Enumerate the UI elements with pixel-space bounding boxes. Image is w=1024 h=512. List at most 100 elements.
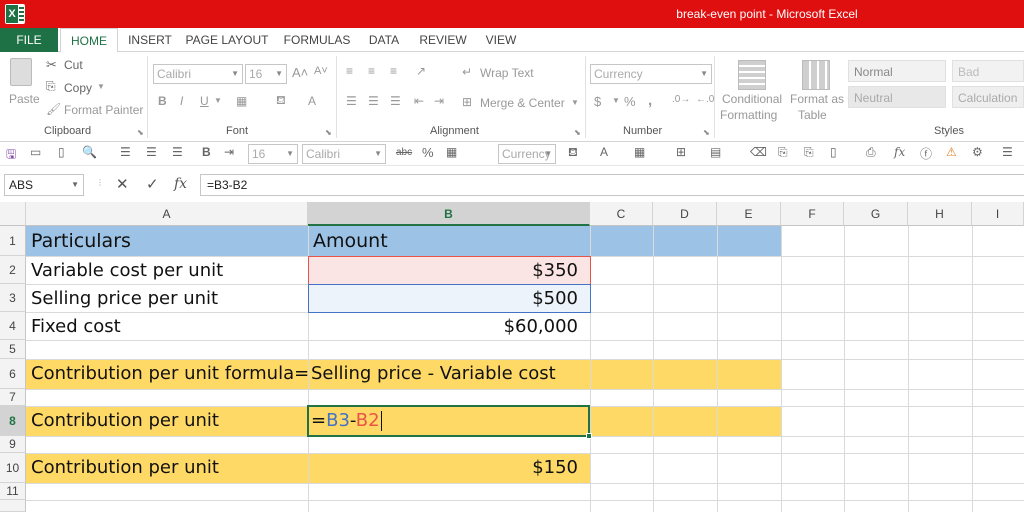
align-left-icon[interactable]: ☰ <box>120 145 131 159</box>
eraser-icon[interactable]: ⌫ <box>750 145 767 159</box>
gear-icon[interactable]: ⚙ <box>972 145 983 159</box>
warning-icon[interactable]: ⚠ <box>946 145 957 159</box>
increase-indent-icon[interactable]: ⇥ <box>224 145 234 159</box>
comma-button[interactable]: , <box>648 92 652 109</box>
cell-b8-formula[interactable]: =B3-B2 <box>311 410 382 431</box>
dialog-launcher-icon[interactable]: ⬊ <box>703 128 710 137</box>
cut-button[interactable]: Cut <box>64 58 83 72</box>
align-top-icon[interactable]: ≡ <box>346 64 353 78</box>
cell-b4[interactable]: $60,000 <box>308 316 578 337</box>
copy-icon[interactable]: ⎘ <box>804 145 814 160</box>
column-header-d[interactable]: D <box>653 202 717 226</box>
cell-a6[interactable]: Contribution per unit formula= <box>31 363 309 384</box>
fill-handle[interactable] <box>586 433 592 439</box>
underline-button[interactable]: U <box>200 94 209 108</box>
formula-input[interactable]: =B3-B2 <box>200 174 1024 196</box>
save-icon[interactable]: 🖫 <box>6 145 16 166</box>
percent-button[interactable]: % <box>624 94 636 109</box>
strikethrough-button[interactable]: abc <box>396 147 412 158</box>
font-size-combo[interactable]: 16 ▼ <box>245 64 287 84</box>
grow-font-icon[interactable]: A˄ <box>292 65 308 80</box>
orientation-icon[interactable]: ↗ <box>416 64 426 78</box>
cell-b10[interactable]: $150 <box>308 457 578 478</box>
open-icon[interactable]: ▭ <box>30 145 41 159</box>
align-middle-icon[interactable]: ≡ <box>368 64 375 78</box>
cell-b1[interactable]: Amount <box>313 230 388 252</box>
row-header-7[interactable]: 7 <box>0 389 26 406</box>
shrink-font-icon[interactable]: A˅ <box>314 65 328 77</box>
tab-data[interactable]: DATA <box>364 28 404 52</box>
format-icon[interactable]: ▤ <box>710 145 721 159</box>
row-header-5[interactable]: 5 <box>0 340 26 359</box>
conditional-formatting-icon[interactable] <box>738 60 766 90</box>
number-format-combo[interactable]: Currency ▼ <box>590 64 712 84</box>
style-neutral[interactable]: Neutral <box>848 86 946 108</box>
format-as-table-icon[interactable] <box>802 60 830 90</box>
insert-function-button[interactable]: fx <box>174 176 187 192</box>
row-header-4[interactable]: 4 <box>0 312 26 340</box>
select-all-corner[interactable] <box>0 202 26 226</box>
column-header-g[interactable]: G <box>844 202 908 226</box>
row-header-9[interactable]: 9 <box>0 436 26 453</box>
column-header-f[interactable]: F <box>781 202 844 226</box>
align-left-icon[interactable]: ☰ <box>346 94 357 108</box>
dialog-launcher-icon[interactable]: ⬊ <box>325 128 332 137</box>
percent-button[interactable]: % <box>422 145 434 160</box>
align-right-icon[interactable]: ☰ <box>390 94 401 108</box>
name-box[interactable]: ABS ▼ <box>4 174 84 196</box>
wrap-text-button[interactable]: Wrap Text <box>480 66 534 80</box>
style-calculation[interactable]: Calculation <box>952 86 1024 108</box>
row-header-10[interactable]: 10 <box>0 453 26 483</box>
row-header-12[interactable] <box>0 500 26 512</box>
cell-b3[interactable]: $500 <box>308 288 578 309</box>
italic-button[interactable]: I <box>180 94 183 108</box>
bold-button[interactable]: B <box>202 145 211 159</box>
print-preview-icon[interactable]: 🔍 <box>82 145 97 159</box>
row-header-3[interactable]: 3 <box>0 284 26 312</box>
cell-a1[interactable]: Particulars <box>31 230 131 252</box>
print-icon[interactable]: ⎙ <box>866 145 876 160</box>
row-header-6[interactable]: 6 <box>0 359 26 389</box>
column-header-a[interactable]: A <box>26 202 308 226</box>
format-as-table-button[interactable]: Format as <box>790 92 844 106</box>
tab-insert[interactable]: INSERT <box>128 28 172 52</box>
align-bottom-icon[interactable]: ≡ <box>390 64 397 78</box>
fill-color-icon[interactable]: ⛾ <box>276 93 286 109</box>
decrease-indent-icon[interactable]: ⇤ <box>414 94 424 108</box>
font-size-combo[interactable]: 16 ▼ <box>248 144 298 164</box>
increase-decimal-icon[interactable]: .0→ <box>672 94 690 105</box>
column-header-b[interactable]: B <box>308 202 590 226</box>
borders-icon[interactable]: ▦ <box>634 145 645 159</box>
chevron-down-icon[interactable]: ▼ <box>97 82 105 91</box>
cell-a3[interactable]: Selling price per unit <box>31 288 218 309</box>
row-header-11[interactable]: 11 <box>0 483 26 500</box>
increase-indent-icon[interactable]: ⇥ <box>434 94 444 108</box>
font-name-combo[interactable]: Calibri ▼ <box>302 144 386 164</box>
cell-b6[interactable]: Selling price - Variable cost <box>311 363 556 384</box>
bold-button[interactable]: B <box>158 94 167 108</box>
column-header-i[interactable]: I <box>972 202 1024 226</box>
font-color-button[interactable]: A <box>308 94 316 108</box>
chevron-down-icon[interactable]: ▼ <box>571 98 579 107</box>
cell-a10[interactable]: Contribution per unit <box>31 457 219 478</box>
tab-review[interactable]: REVIEW <box>416 28 470 52</box>
align-center-icon[interactable]: ☰ <box>368 94 379 108</box>
font-name-combo[interactable]: Calibri ▼ <box>153 64 243 84</box>
currency-button[interactable]: $ <box>594 94 601 109</box>
cell-a8[interactable]: Contribution per unit <box>31 410 219 431</box>
merge-icon[interactable]: ⊞ <box>676 145 686 159</box>
tab-view[interactable]: VIEW <box>482 28 520 52</box>
tab-home[interactable]: HOME <box>60 28 118 53</box>
dialog-launcher-icon[interactable]: ⬊ <box>137 128 144 137</box>
cell-b2[interactable]: $350 <box>308 260 578 281</box>
paste-icon[interactable]: ⎘ <box>778 145 788 160</box>
active-cell-b8[interactable]: =B3-B2 <box>307 405 592 439</box>
font-color-button[interactable]: A <box>600 145 608 159</box>
tab-formulas[interactable]: FORMULAS <box>282 28 352 52</box>
column-header-h[interactable]: H <box>908 202 972 226</box>
conditional-formatting-button[interactable]: Conditional <box>722 92 782 106</box>
tab-file[interactable]: FILE <box>0 28 58 52</box>
new-icon[interactable]: ▯ <box>58 145 65 159</box>
more-icon[interactable]: ☰ <box>1002 145 1013 159</box>
row-header-2[interactable]: 2 <box>0 256 26 284</box>
